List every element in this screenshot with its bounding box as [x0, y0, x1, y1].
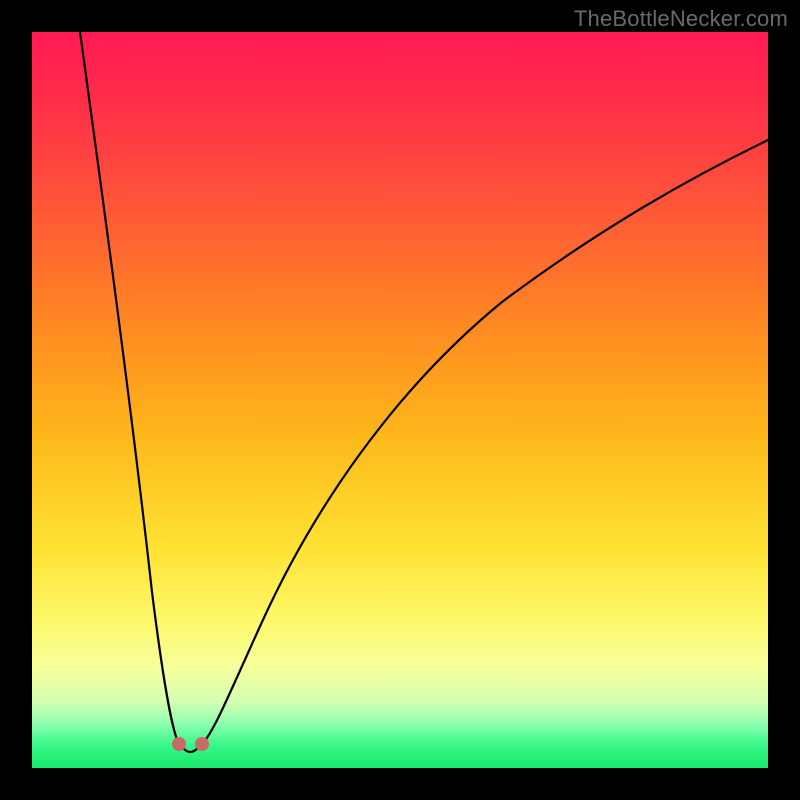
- watermark-text: TheBottleNecker.com: [574, 6, 788, 32]
- heat-gradient-background: [32, 32, 768, 768]
- plot-area: [32, 32, 768, 768]
